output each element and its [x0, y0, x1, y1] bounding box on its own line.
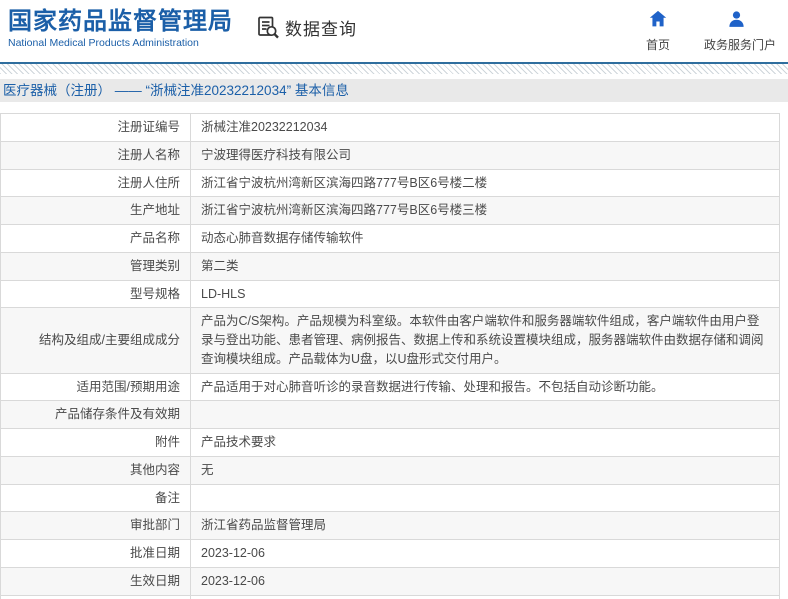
row-value: 无 [190, 455, 780, 485]
row-label: 注册证编号 [0, 113, 191, 142]
row-value: 浙江省药品监督管理局 [190, 511, 780, 540]
row-label: 其他内容 [0, 455, 191, 485]
row-value: 2028-12-05 [190, 594, 780, 599]
nav-item-portal[interactable]: 政务服务门户 [704, 10, 777, 53]
info-table: 注册证编号 浙械注准20232212034 注册人名称 宁波理得医疗科技有限公司 注册人… [0, 113, 780, 599]
row-value: 第二类 [190, 251, 780, 281]
table-row: 其他内容无 [0, 455, 780, 485]
table-row: 结构及组成/主要组成成分 产品为C/S架构。产品规模为科室级。本软件由客户端软件和… [0, 307, 780, 374]
org-name-cn: 国家药品监督管理局 [8, 8, 233, 35]
row-value: 浙械注准20232212034 [190, 113, 780, 142]
row-label: 批准日期 [0, 539, 191, 568]
row-value: LD-HLS [190, 279, 780, 309]
row-value: 动态心肺音数据存储传输软件 [190, 224, 780, 253]
table-row: 产品储存条件及有效期 [0, 400, 780, 429]
table-row: 注册人名称 宁波理得医疗科技有限公司 [0, 140, 780, 170]
row-value: 宁波理得医疗科技有限公司 [190, 140, 780, 170]
page-header: 国家药品监督管理局 National Medical Products Admi… [0, 0, 788, 62]
row-label: 生效日期 [0, 566, 191, 596]
row-value: 产品技术要求 [190, 428, 780, 457]
nav-item-home-label: 首页 [645, 38, 670, 52]
table-row: 适用范围/预期用途 产品适用于对心肺音听诊的录音数据进行传输、处理和报告。不包括自… [0, 372, 780, 402]
row-label: 审批部门 [0, 511, 191, 540]
top-nav: 首页 政务服务门户 [626, 10, 777, 53]
hatch-strip [0, 64, 788, 74]
data-query-label: 数据查询 [285, 20, 357, 39]
table-row: 注册人住所 浙江省宁波杭州湾新区滨海四路777号B区6号楼二楼 [0, 168, 780, 198]
row-label: 适用范围/预期用途 [0, 372, 191, 402]
row-label: 管理类别 [0, 251, 191, 281]
row-label: 附件 [0, 428, 191, 457]
table-row: 备注 [0, 483, 780, 513]
table-row: 产品名称 动态心肺音数据存储传输软件 [0, 224, 780, 253]
table-row: 审批部门 浙江省药品监督管理局 [0, 511, 780, 540]
nav-item-home[interactable]: 首页 [626, 10, 690, 53]
row-value: 产品适用于对心肺音听诊的录音数据进行传输、处理和报告。不包括自动诊断功能。 [190, 372, 780, 402]
breadcrumb: 医疗器械（注册） —— “浙械注准20232212034” 基本信息 [0, 79, 788, 102]
row-value [190, 400, 780, 429]
row-label: 注册人名称 [0, 140, 191, 170]
info-table-body: 注册证编号 浙械注准20232212034 注册人名称 宁波理得医疗科技有限公司 注册人… [0, 113, 780, 599]
row-value: 浙江省宁波杭州湾新区滨海四路777号B区6号楼二楼 [190, 168, 780, 198]
table-wrap: 注册证编号 浙械注准20232212034 注册人名称 宁波理得医疗科技有限公司 注册人… [0, 113, 788, 599]
table-row: 附件 产品技术要求 [0, 428, 780, 457]
table-row: 型号规格 LD-HLS [0, 279, 780, 309]
row-value: 2023-12-06 [190, 539, 780, 568]
row-label: 产品名称 [0, 224, 191, 253]
org-name-en: National Medical Products Administration [8, 37, 199, 50]
table-row: 生效日期 2023-12-06 [0, 566, 780, 596]
nav-item-portal-label: 政务服务门户 [704, 38, 777, 52]
row-label: 生产地址 [0, 196, 191, 225]
table-gap [0, 102, 788, 113]
row-label: 注册人住所 [0, 168, 191, 198]
row-label: 型号规格 [0, 279, 191, 309]
table-row: 批准日期 2023-12-06 [0, 539, 780, 568]
table-row: 有效期至2028-12-05 [0, 594, 780, 599]
row-label: 备注 [0, 483, 191, 513]
user-icon [727, 11, 746, 32]
data-query-button[interactable]: 数据查询 [257, 15, 357, 40]
row-value [190, 483, 780, 513]
table-row: 注册证编号 浙械注准20232212034 [0, 113, 780, 142]
row-value: 浙江省宁波杭州湾新区滨海四路777号B区6号楼三楼 [190, 196, 780, 225]
row-label: 产品储存条件及有效期 [0, 400, 191, 429]
row-value: 2023-12-06 [190, 566, 780, 596]
nmpa-logo[interactable]: 国家药品监督管理局 National Medical Products Admi… [0, 0, 233, 49]
table-row: 生产地址 浙江省宁波杭州湾新区滨海四路777号B区6号楼三楼 [0, 196, 780, 225]
row-value: 产品为C/S架构。产品规模为科室级。本软件由客户端软件和服务器端软件组成，客户端… [190, 307, 780, 374]
row-label: 结构及组成/主要组成成分 [0, 307, 191, 374]
data-query-icon [257, 15, 280, 40]
table-row: 管理类别 第二类 [0, 251, 780, 281]
home-icon [648, 10, 668, 32]
row-label: 有效期至 [0, 594, 191, 599]
